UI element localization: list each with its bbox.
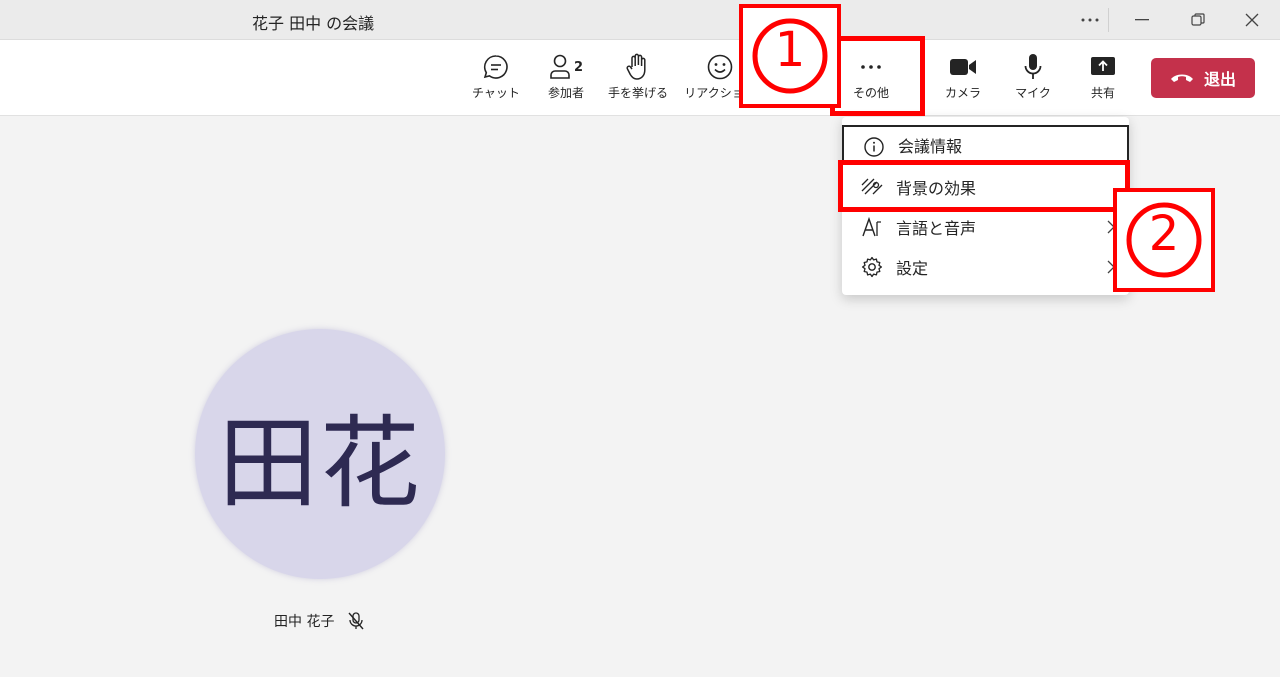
- menu-label-meeting-info: 会議情報: [898, 137, 963, 156]
- mic-button[interactable]: マイク: [997, 52, 1069, 101]
- avatar-initials: 田花: [218, 404, 422, 522]
- window-title: 花子 田中 の会議: [252, 14, 375, 33]
- participants-icon-wrap: 2: [549, 52, 583, 82]
- menu-label-settings: 設定: [896, 259, 929, 278]
- menu-item-settings[interactable]: 設定: [842, 247, 1129, 287]
- annotation-step-2: 2: [1113, 188, 1215, 292]
- microphone-icon: [1023, 52, 1043, 82]
- mic-muted-icon: [348, 612, 364, 630]
- share-button[interactable]: 共有: [1067, 52, 1139, 101]
- annotation-highlight-more: [830, 36, 925, 116]
- hand-icon: [626, 52, 650, 82]
- meeting-toolbar: チャット 2 参加者 手を挙げる リアクション その他 カメラ マイク 共有 退…: [0, 40, 1280, 116]
- chat-label: チャット: [472, 86, 520, 100]
- raise-hand-button[interactable]: 手を挙げる: [602, 52, 674, 101]
- leave-button[interactable]: 退出: [1151, 58, 1255, 98]
- menu-item-language-speech[interactable]: 言語と音声: [842, 207, 1129, 247]
- chat-icon: [483, 52, 509, 82]
- step-2-number: 2: [1148, 206, 1180, 262]
- window-more-icon[interactable]: [1076, 6, 1104, 34]
- camera-button[interactable]: カメラ: [927, 52, 999, 101]
- chat-button[interactable]: チャット: [460, 52, 532, 101]
- participant-name: 田中 花子: [274, 614, 335, 630]
- leave-label: 退出: [1203, 70, 1236, 89]
- restore-icon[interactable]: [1184, 6, 1212, 34]
- person-icon: [550, 54, 570, 79]
- annotation-step-1: 1: [739, 4, 841, 108]
- minimize-icon[interactable]: [1128, 6, 1156, 34]
- participant-avatar: 田花: [195, 329, 445, 579]
- participants-label: 参加者: [547, 86, 584, 100]
- participants-count: 2: [573, 59, 584, 75]
- annotation-highlight-background-effects: [838, 160, 1130, 212]
- language-speech-icon: [861, 216, 883, 238]
- mic-label: マイク: [1015, 86, 1051, 100]
- smiley-icon: [707, 52, 733, 82]
- camera-label: カメラ: [944, 86, 981, 100]
- share-screen-icon: [1090, 52, 1116, 82]
- hang-up-icon: [1170, 74, 1193, 82]
- close-icon[interactable]: [1238, 6, 1266, 34]
- step-1-number: 1: [774, 22, 806, 78]
- menu-item-meeting-info[interactable]: 会議情報: [842, 125, 1129, 165]
- participants-button[interactable]: 2 参加者: [530, 52, 602, 101]
- settings-icon: [861, 256, 883, 278]
- title-divider: [1108, 8, 1109, 32]
- title-bar: 花子 田中 の会議: [0, 0, 1280, 40]
- raise-hand-label: 手を挙げる: [607, 86, 668, 100]
- camera-icon: [949, 52, 977, 82]
- participant-name-tag: 田中 花子: [274, 611, 364, 631]
- info-icon: [863, 136, 885, 158]
- menu-label-language-speech: 言語と音声: [896, 219, 977, 238]
- share-label: 共有: [1090, 86, 1115, 100]
